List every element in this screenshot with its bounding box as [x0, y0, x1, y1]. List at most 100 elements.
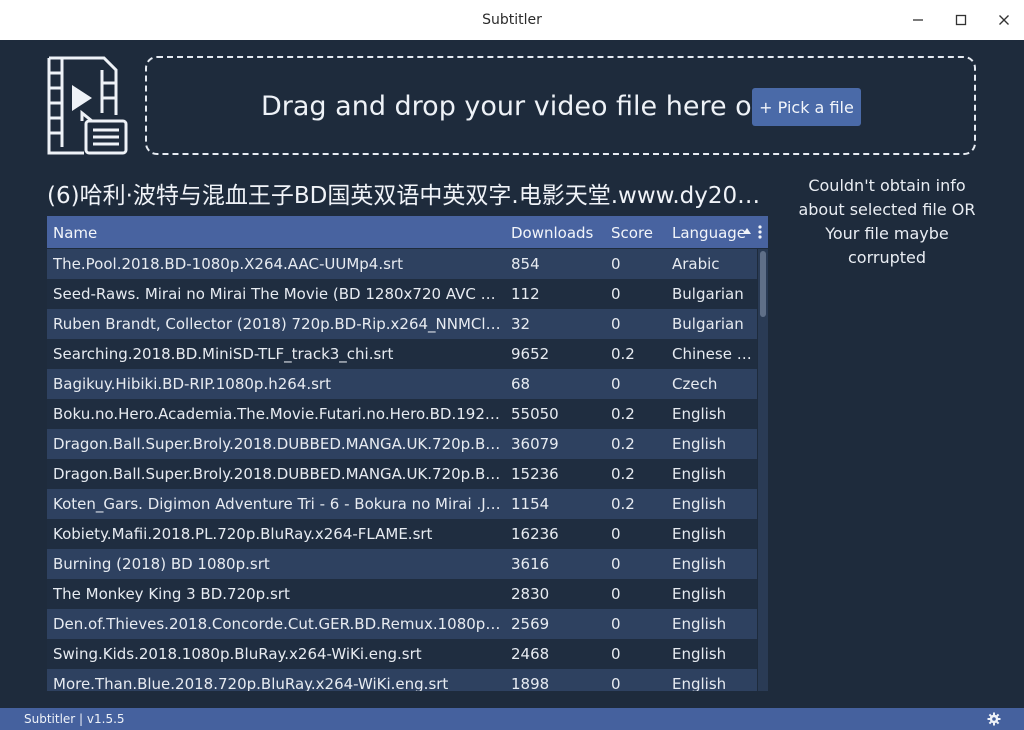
cell-name: Dragon.Ball.Super.Broly.2018.DUBBED.MANG… [53, 435, 501, 453]
cell-downloads: 9652 [511, 345, 550, 363]
cell-score: 0 [611, 285, 621, 303]
scrollbar-thumb[interactable] [760, 251, 766, 317]
minimize-button[interactable] [904, 8, 932, 32]
cell-score: 0.2 [611, 465, 635, 483]
cell-language: English [672, 555, 727, 573]
video-file-icon [46, 55, 130, 157]
cell-language: Arabic [672, 255, 720, 273]
cell-language: Chinese (... [672, 345, 752, 363]
table-header: Name Downloads Score Language [47, 216, 768, 248]
table-row[interactable]: Kobiety.Mafii.2018.PL.720p.BluRay.x264-F… [47, 519, 757, 549]
cell-name: Bagikuy.Hibiki.BD-RIP.1080p.h264.srt [53, 375, 331, 393]
selected-file-title: (6)哈利·波特与混血王子BD国英双语中英双字.电影天堂.www.dy2018.… [47, 183, 769, 209]
table-row[interactable]: More.Than.Blue.2018.720p.BluRay.x264-WiK… [47, 669, 757, 691]
cell-score: 0 [611, 585, 621, 603]
table-row[interactable]: Dragon.Ball.Super.Broly.2018.DUBBED.MANG… [47, 429, 757, 459]
close-button[interactable] [990, 8, 1018, 32]
cell-score: 0 [611, 375, 621, 393]
sort-ascending-icon[interactable] [742, 227, 752, 235]
cell-name: Dragon.Ball.Super.Broly.2018.DUBBED.MANG… [53, 465, 501, 483]
cell-downloads: 36079 [511, 435, 559, 453]
maximize-button[interactable] [947, 8, 975, 32]
pick-file-button[interactable]: + Pick a file [752, 88, 861, 126]
cell-score: 0.2 [611, 495, 635, 513]
table-row[interactable]: Bagikuy.Hibiki.BD-RIP.1080p.h264.srt 68 0 C… [47, 369, 757, 399]
cell-name: Ruben Brandt, Collector (2018) 720p.BD-R… [53, 315, 501, 333]
drop-instruction: Drag and drop your video file here or [261, 91, 763, 122]
cell-downloads: 1898 [511, 675, 550, 691]
cell-score: 0 [611, 555, 621, 573]
cell-language: Bulgarian [672, 315, 744, 333]
cell-score: 0 [611, 315, 621, 333]
cell-downloads: 2569 [511, 615, 550, 633]
minimize-icon [913, 19, 923, 21]
settings-icon[interactable] [987, 712, 1001, 726]
column-header-language[interactable]: Language [672, 224, 746, 242]
cell-downloads: 3616 [511, 555, 550, 573]
cell-name: Burning (2018) BD 1080p.srt [53, 555, 270, 573]
table-row[interactable]: The Monkey King 3 BD.720p.srt 2830 0 Englis… [47, 579, 757, 609]
cell-name: Den.of.Thieves.2018.Concorde.Cut.GER.BD.… [53, 615, 501, 633]
cell-name: Swing.Kids.2018.1080p.BluRay.x264-WiKi.e… [53, 645, 422, 663]
cell-language: English [672, 645, 727, 663]
file-info-message: Couldn't obtain info about selected file… [798, 176, 976, 267]
table-row[interactable]: Dragon.Ball.Super.Broly.2018.DUBBED.MANG… [47, 459, 757, 489]
table-row[interactable]: Ruben Brandt, Collector (2018) 720p.BD-R… [47, 309, 757, 339]
cell-language: English [672, 495, 727, 513]
cell-downloads: 2830 [511, 585, 550, 603]
table-row[interactable]: Searching.2018.BD.MiniSD-TLF_track3_chi.… [47, 339, 757, 369]
cell-name: More.Than.Blue.2018.720p.BluRay.x264-WiK… [53, 675, 449, 691]
cell-downloads: 16236 [511, 525, 559, 543]
column-header-downloads[interactable]: Downloads [511, 224, 593, 242]
cell-language: English [672, 525, 727, 543]
cell-downloads: 1154 [511, 495, 550, 513]
cell-downloads: 112 [511, 285, 540, 303]
table-scrollbar[interactable] [758, 249, 768, 691]
cell-score: 0.2 [611, 405, 635, 423]
table-row[interactable]: Boku.no.Hero.Academia.The.Movie.Futari.n… [47, 399, 757, 429]
cell-downloads: 32 [511, 315, 531, 333]
cell-name: The.Pool.2018.BD-1080p.X264.AAC-UUMp4.sr… [53, 255, 403, 273]
column-menu-icon[interactable] [758, 225, 762, 239]
cell-downloads: 55050 [511, 405, 559, 423]
cell-name: Seed-Raws. Mirai no Mirai The Movie (BD … [53, 285, 501, 303]
title-bar: Subtitler [0, 0, 1024, 40]
app-version: Subtitler | v1.5.5 [24, 712, 125, 726]
cell-language: English [672, 405, 727, 423]
cell-score: 0 [611, 255, 621, 273]
cell-language: English [672, 675, 727, 691]
cell-downloads: 2468 [511, 645, 550, 663]
cell-name: Koten_Gars. Digimon Adventure Tri - 6 - … [53, 495, 501, 513]
table-row[interactable]: Burning (2018) BD 1080p.srt 3616 0 English [47, 549, 757, 579]
cell-score: 0.2 [611, 435, 635, 453]
subtitles-table: Name Downloads Score Language The.Pool.2… [47, 216, 768, 691]
cell-downloads: 15236 [511, 465, 559, 483]
column-header-score[interactable]: Score [611, 224, 653, 242]
status-bar: Subtitler | v1.5.5 [0, 708, 1024, 730]
cell-score: 0 [611, 525, 621, 543]
cell-language: Czech [672, 375, 718, 393]
window-title: Subtitler [482, 12, 542, 28]
cell-name: Searching.2018.BD.MiniSD-TLF_track3_chi.… [53, 345, 394, 363]
cell-downloads: 854 [511, 255, 540, 273]
table-row[interactable]: Koten_Gars. Digimon Adventure Tri - 6 - … [47, 489, 757, 519]
table-body: The.Pool.2018.BD-1080p.X264.AAC-UUMp4.sr… [47, 249, 757, 691]
cell-name: Kobiety.Mafii.2018.PL.720p.BluRay.x264-F… [53, 525, 433, 543]
cell-language: English [672, 585, 727, 603]
cell-language: Bulgarian [672, 285, 744, 303]
cell-name: The Monkey King 3 BD.720p.srt [53, 585, 290, 603]
table-row[interactable]: Seed-Raws. Mirai no Mirai The Movie (BD … [47, 279, 757, 309]
cell-language: English [672, 615, 727, 633]
drop-zone[interactable]: Drag and drop your video file here or + … [145, 56, 976, 155]
maximize-icon [955, 14, 967, 26]
table-row[interactable]: Swing.Kids.2018.1080p.BluRay.x264-WiKi.e… [47, 639, 757, 669]
cell-score: 0 [611, 615, 621, 633]
cell-language: English [672, 435, 727, 453]
cell-downloads: 68 [511, 375, 531, 393]
cell-name: Boku.no.Hero.Academia.The.Movie.Futari.n… [53, 405, 501, 423]
column-header-name[interactable]: Name [53, 224, 97, 242]
cell-language: English [672, 465, 727, 483]
cell-score: 0 [611, 645, 621, 663]
table-row[interactable]: Den.of.Thieves.2018.Concorde.Cut.GER.BD.… [47, 609, 757, 639]
table-row[interactable]: The.Pool.2018.BD-1080p.X264.AAC-UUMp4.sr… [47, 249, 757, 279]
